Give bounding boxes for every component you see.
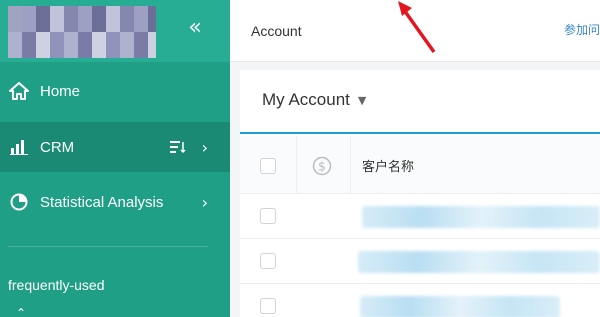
sidebar: « Home CRM › Statistical Analysis › freq… <box>0 0 230 317</box>
section-label-frequently-used: frequently-used <box>8 277 105 293</box>
annotation-arrow-icon <box>398 1 436 54</box>
table-header-row: $ 客户名称 <box>240 136 600 194</box>
table-row[interactable] <box>240 239 600 284</box>
page-title: Account <box>251 23 302 39</box>
collapse-sidebar-button[interactable]: « <box>183 16 207 40</box>
chevron-down-icon: ▼ <box>357 93 367 107</box>
view-select[interactable]: My Account ▼ <box>262 90 366 110</box>
panel-header: My Account ▼ <box>240 70 600 134</box>
caret-up-icon: ⌃ <box>16 306 27 317</box>
column-header-customer-name[interactable]: 客户名称 <box>362 156 414 175</box>
logo <box>8 6 156 58</box>
sidebar-item-statistical-analysis[interactable]: Statistical Analysis › <box>0 177 230 227</box>
home-icon <box>8 80 30 102</box>
row-checkbox[interactable] <box>260 208 276 224</box>
sidebar-item-label: Home <box>40 82 81 100</box>
row-checkbox[interactable] <box>260 253 276 269</box>
pie-chart-icon <box>8 191 30 213</box>
logo-area: « <box>0 0 230 62</box>
svg-text:$: $ <box>318 160 326 174</box>
column-separator <box>296 136 297 193</box>
coin-icon: $ <box>312 156 332 176</box>
sidebar-item-label: Statistical Analysis <box>40 193 164 211</box>
double-chevron-left-icon: « <box>188 15 202 40</box>
row-checkbox[interactable] <box>260 298 276 314</box>
redacted-text <box>360 296 560 317</box>
table-row[interactable] <box>240 284 600 317</box>
redacted-text <box>362 206 600 228</box>
sidebar-divider <box>8 246 208 247</box>
select-all-checkbox[interactable] <box>260 158 276 174</box>
bar-chart-icon <box>8 136 30 158</box>
account-panel: My Account ▼ $ 客户名称 <box>240 70 600 317</box>
sidebar-item-crm[interactable]: CRM › <box>0 122 230 172</box>
column-separator <box>350 136 351 193</box>
top-link[interactable]: 参加问 <box>564 21 600 38</box>
table-row[interactable] <box>240 194 600 239</box>
view-select-label: My Account <box>262 90 350 109</box>
account-table: $ 客户名称 <box>240 136 600 317</box>
chevron-right-icon: › <box>201 192 208 212</box>
chevron-right-icon: › <box>201 137 208 157</box>
redacted-text <box>358 251 600 273</box>
sort-list-icon[interactable] <box>170 140 186 154</box>
sidebar-item-label: CRM <box>40 138 75 156</box>
sidebar-item-home[interactable]: Home <box>0 66 230 116</box>
